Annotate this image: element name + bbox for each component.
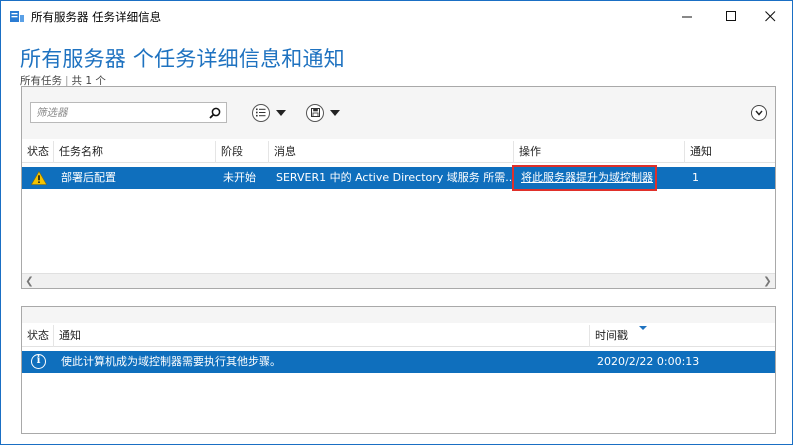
list-view-icon [252, 103, 270, 122]
task-notifications: 1 [692, 171, 699, 184]
minimize-icon [681, 16, 692, 17]
scroll-left-icon[interactable]: ❮ [22, 274, 37, 289]
chevron-down-icon [755, 110, 763, 116]
notification-timestamp: 2020/2/22 0:00:13 [597, 355, 700, 368]
filter-box [30, 102, 227, 123]
column-header-action[interactable]: 操作 [514, 141, 685, 163]
column-header-notification[interactable]: 通知 [54, 325, 590, 347]
filter-input[interactable] [31, 103, 206, 122]
task-name: 部署后配置 [61, 171, 116, 184]
tasks-panel: 状态 任务名称 阶段 消息 操作 通知 部署后配置 未开始 SERVER1 中的… [21, 86, 776, 289]
notification-text: 使此计算机成为域控制器需要执行其他步骤。 [61, 355, 281, 368]
minimize-button[interactable] [665, 1, 709, 31]
maximize-icon [725, 10, 736, 21]
task-stage: 未开始 [223, 171, 256, 184]
column-header-notifications[interactable]: 通知 [685, 141, 775, 163]
notifications-panel: 状态 通知 时间戳 i 使此计算机成为域控制器需要执行其他步骤。 2020/2/… [21, 306, 776, 434]
horizontal-scrollbar[interactable]: ❮ ❯ [22, 273, 775, 288]
column-header-status[interactable]: 状态 [22, 325, 54, 347]
notifications-panel-strip [22, 307, 775, 323]
search-icon [209, 107, 221, 119]
info-icon: i [31, 354, 46, 369]
save-query-button[interactable] [306, 103, 340, 122]
column-header-timestamp[interactable]: 时间戳 [590, 325, 775, 347]
server-manager-icon [10, 11, 24, 22]
table-row[interactable]: 部署后配置 未开始 SERVER1 中的 Active Directory 域服… [22, 165, 775, 191]
task-message: SERVER1 中的 Active Directory 域服务 所需... [276, 171, 513, 184]
window-title: 所有服务器 任务详细信息 [31, 10, 162, 24]
column-header-stage[interactable]: 阶段 [216, 141, 269, 163]
notifications-grid-header: 状态 通知 时间戳 [22, 325, 775, 347]
warning-icon [31, 171, 47, 185]
column-header-status[interactable]: 状态 [22, 141, 54, 163]
sort-descending-icon [639, 326, 647, 330]
chevron-down-icon [276, 109, 286, 116]
scroll-right-icon[interactable]: ❯ [760, 274, 775, 289]
maximize-button[interactable] [709, 1, 753, 31]
column-header-message[interactable]: 消息 [269, 141, 514, 163]
table-row[interactable]: i 使此计算机成为域控制器需要执行其他步骤。 2020/2/22 0:00:13 [22, 351, 775, 373]
action-highlight [512, 165, 657, 191]
save-icon [306, 103, 324, 122]
view-options-button[interactable] [252, 103, 286, 122]
expand-button[interactable] [751, 105, 767, 121]
chevron-down-icon [330, 109, 340, 116]
tasks-grid-header: 状态 任务名称 阶段 消息 操作 通知 [22, 141, 775, 163]
page-title: 所有服务器 个任务详细信息和通知 [20, 47, 345, 71]
close-icon [764, 10, 775, 21]
task-details-window: 所有服务器 任务详细信息 所有服务器 个任务详细信息和通知 所有任务 | 共 1 个 [0, 0, 793, 445]
tasks-toolbar [22, 87, 775, 139]
title-bar[interactable]: 所有服务器 任务详细信息 [1, 1, 792, 31]
search-button[interactable] [206, 104, 224, 121]
column-header-task-name[interactable]: 任务名称 [54, 141, 216, 163]
close-button[interactable] [748, 1, 792, 31]
